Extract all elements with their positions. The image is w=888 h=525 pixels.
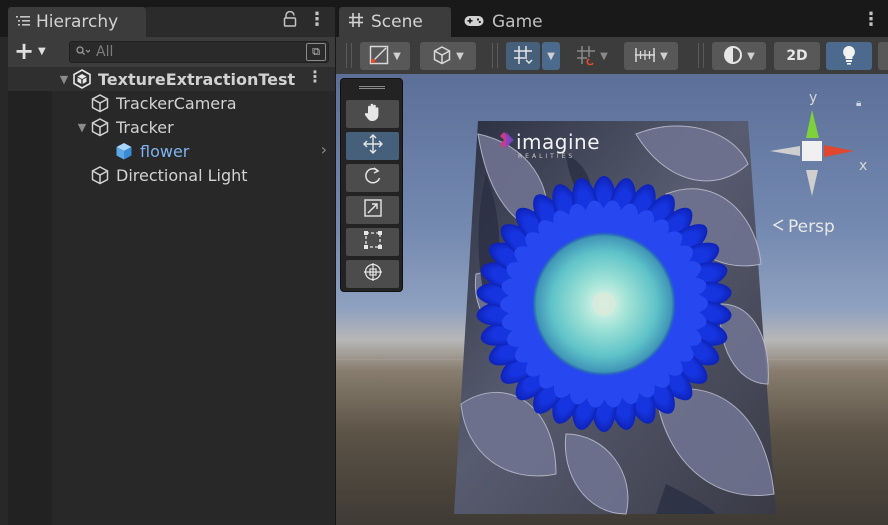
toolbar-grip-icon[interactable]: [698, 43, 704, 68]
hierarchy-search-input[interactable]: All ⧉: [69, 41, 329, 63]
tree-item-label: flower: [140, 141, 190, 161]
chevron-left-icon: [772, 217, 784, 237]
chevron-down-icon: ▼: [547, 50, 555, 62]
scale-tool-icon: [363, 198, 383, 222]
tree-item-label: Directional Light: [116, 165, 248, 185]
hierarchy-list-icon: [16, 12, 30, 32]
ruler-dropdown[interactable]: ▼: [624, 42, 678, 70]
grid-snap-icon: [513, 45, 533, 68]
grid-snapping-dropdown[interactable]: ▼: [542, 42, 560, 70]
tree-item-tracker[interactable]: ▼ Tracker: [8, 115, 335, 139]
hand-tool-icon: [363, 102, 383, 126]
tree-item-scene[interactable]: ▼ TextureExtractionTest ⋮: [8, 67, 335, 91]
shading-mode-dropdown[interactable]: ▼: [712, 42, 766, 70]
search-options-icon[interactable]: ⧉: [306, 43, 326, 61]
shading-sphere-icon: [723, 45, 743, 68]
grid-snapping-toggle[interactable]: [506, 42, 540, 70]
lighting-toggle[interactable]: [826, 42, 872, 70]
tab-scene-label: Scene: [371, 12, 423, 32]
hierarchy-menu-icon[interactable]: ⋮: [308, 9, 326, 30]
gizmo-lock-icon[interactable]: 🔒︎: [856, 98, 861, 109]
search-placeholder: All: [96, 44, 114, 60]
expand-arrow-icon[interactable]: ▼: [56, 73, 72, 86]
tree-item-label: TextureExtractionTest: [98, 69, 296, 89]
grid-hash-icon: [349, 12, 363, 32]
rect-tool-button[interactable]: [346, 228, 399, 256]
hierarchy-tree: ▼ TextureExtractionTest ⋮ TrackerCamera …: [8, 67, 335, 525]
logo-subtext: REALITIES: [518, 153, 576, 160]
tab-bar-spacer: [146, 7, 335, 37]
orientation-gizmo[interactable]: y x: [756, 90, 876, 220]
render-mode-dropdown[interactable]: ▼: [420, 42, 476, 70]
scene-tab-bar: Scene Game ⋮: [336, 0, 888, 37]
tree-item-label: Tracker: [116, 117, 174, 137]
rotate-tool-button[interactable]: [346, 164, 399, 192]
draw-mode-dropdown[interactable]: ▼: [360, 42, 410, 70]
chevron-down-icon: ▼: [456, 50, 464, 62]
gameobject-cube-outline-icon: [90, 93, 112, 113]
tree-item-label: TrackerCamera: [116, 93, 237, 113]
gizmo-x-label: x: [859, 158, 868, 174]
scene-viewport[interactable]: imagine REALITIES y x 🔒︎ Persp: [336, 74, 888, 525]
gizmo-y-label: y: [809, 90, 818, 106]
toggle-2d-button[interactable]: 2D: [774, 42, 820, 70]
tree-item-flower[interactable]: flower ›: [8, 139, 335, 163]
add-dropdown-caret-icon[interactable]: ▼: [38, 46, 46, 57]
cube-render-icon: [432, 45, 452, 68]
expand-arrow-icon[interactable]: ▼: [74, 121, 90, 134]
scene-menu-icon[interactable]: ⋮: [307, 67, 323, 86]
chevron-right-icon[interactable]: ›: [321, 140, 327, 159]
transform-tool-icon: [363, 262, 383, 286]
prefab-cube-blue-icon: [114, 141, 136, 161]
ruler-icon: [634, 46, 656, 67]
toggle-2d-label: 2D: [786, 48, 808, 64]
tab-game[interactable]: Game: [454, 7, 564, 37]
scale-tool-button[interactable]: [346, 196, 399, 224]
tree-item-trackercamera[interactable]: TrackerCamera: [8, 91, 335, 115]
toolbar-grip-icon[interactable]: [346, 43, 352, 68]
tree-item-directional-light[interactable]: Directional Light: [8, 163, 335, 187]
tool-palette: [340, 78, 403, 292]
rect-tool-icon: [363, 230, 383, 254]
hand-tool-button[interactable]: [346, 100, 399, 128]
lock-icon[interactable]: [283, 10, 297, 31]
scene-panel-menu-icon[interactable]: ⋮: [862, 9, 880, 30]
gameobject-cube-outline-icon: [90, 117, 112, 137]
chevron-down-icon: ▼: [393, 50, 401, 62]
chevron-down-icon: ▼: [747, 50, 755, 62]
rotate-tool-icon: [363, 166, 383, 190]
hierarchy-toolbar: + ▼ All ⧉: [8, 37, 335, 67]
tab-scene[interactable]: Scene: [339, 7, 451, 37]
move-tool-icon: [362, 133, 384, 159]
chevron-down-icon: ▼: [660, 50, 668, 62]
lightbulb-icon: [841, 45, 857, 68]
tab-game-label: Game: [492, 12, 543, 32]
hierarchy-panel: Hierarchy ⋮ + ▼ All ⧉ ▼ TextureExtractio…: [0, 0, 335, 525]
hierarchy-tab[interactable]: Hierarchy: [8, 7, 146, 37]
draw-mode-icon: [369, 45, 389, 68]
scene-toolbar: ▼ ▼ ▼ ▼ ▼ ▼ 2D: [336, 37, 888, 74]
unity-scene-icon: [72, 69, 94, 89]
scene-panel: Scene Game ⋮ ▼ ▼ ▼ ▼ ▼ ▼ 2D imagine REAL…: [336, 0, 888, 525]
increment-snap-icon: [576, 45, 596, 68]
palette-grip-icon[interactable]: [359, 86, 385, 89]
hierarchy-tab-bar: Hierarchy ⋮: [0, 0, 335, 37]
add-icon[interactable]: +: [14, 39, 34, 63]
hierarchy-tab-label: Hierarchy: [36, 12, 119, 32]
search-filter-icon: [76, 44, 91, 60]
transform-tool-button[interactable]: [346, 260, 399, 288]
projection-label: Persp: [788, 217, 835, 237]
increment-snap-dropdown[interactable]: ▼: [568, 42, 616, 70]
logo-text: imagine: [516, 130, 601, 154]
projection-toggle[interactable]: Persp: [772, 217, 835, 237]
gamepad-icon: [464, 12, 484, 32]
audio-toggle[interactable]: [878, 42, 888, 70]
toolbar-grip-icon[interactable]: [492, 43, 498, 68]
chevron-down-icon: ▼: [600, 50, 608, 62]
gameobject-cube-outline-icon: [90, 165, 112, 185]
move-tool-button[interactable]: [346, 132, 399, 160]
